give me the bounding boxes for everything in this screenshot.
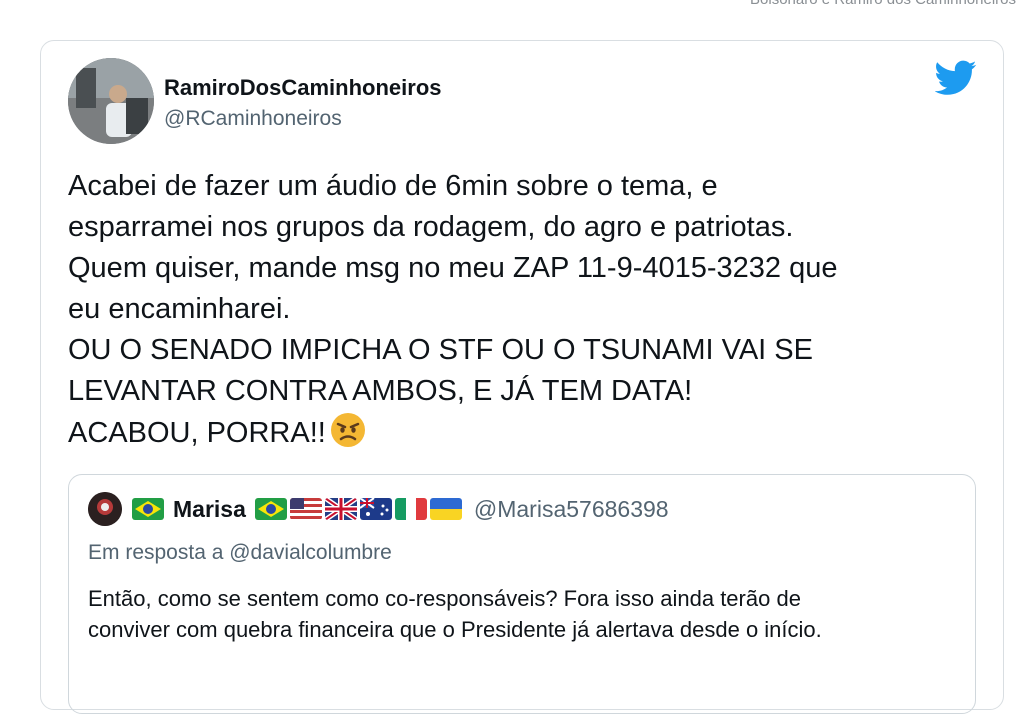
quoted-avatar-photo	[88, 492, 122, 526]
tweet-text: Acabei de fazer um áudio de 6min sobre o…	[68, 166, 968, 454]
quoted-author-avatar[interactable]	[88, 492, 122, 526]
tweet-line: OU O SENADO IMPICHA O STF OU O TSUNAMI V…	[68, 334, 813, 366]
ukraine-flag-icon	[429, 498, 462, 520]
quoted-line: conviver com quebra financeira que o Pre…	[88, 617, 822, 642]
quoted-tweet-header: Marisa @Marisa57686398	[88, 491, 669, 527]
tweet-line: eu encaminharei.	[68, 293, 291, 325]
quoted-author-handle[interactable]: @Marisa57686398	[474, 496, 669, 523]
brazil-flag-icon	[132, 498, 164, 520]
australia-flag-icon	[359, 498, 392, 520]
tweet-line: esparramei nos grupos da rodagem, do agr…	[68, 211, 794, 243]
uk-flag-icon	[324, 498, 357, 520]
quoted-tweet-text: Então, como se sentem como co-responsáve…	[88, 583, 968, 645]
tweet-line: LEVANTAR CONTRA AMBOS, E JÁ TEM DATA!	[68, 375, 693, 407]
tweet-line-text: ACABOU, PORRA!!	[68, 417, 326, 449]
author-avatar[interactable]	[68, 58, 154, 144]
author-name[interactable]: RamiroDosCaminhoneiros	[164, 75, 442, 101]
tweet-line: Quem quiser, mande msg no meu ZAP 11-9-4…	[68, 252, 838, 284]
reply-to-label[interactable]: Em resposta a @davialcolumbre	[88, 541, 392, 565]
quoted-author-name[interactable]: Marisa	[173, 496, 246, 523]
tweet-line: Acabei de fazer um áudio de 6min sobre o…	[68, 170, 718, 202]
usa-flag-icon	[289, 498, 322, 520]
brazil-flag-icon	[254, 498, 287, 520]
author-handle[interactable]: @RCaminhoneiros	[164, 107, 342, 131]
avatar-photo	[68, 58, 154, 144]
italy-flag-icon	[394, 498, 427, 520]
quoted-line: Então, como se sentem como co-responsáve…	[88, 586, 801, 611]
cropped-caption: Bolsonaro e Ramiro dos Caminhoneiros	[750, 0, 1016, 8]
twitter-bird-icon[interactable]	[935, 60, 977, 96]
tweet-line-last: ACABOU, PORRA!!	[68, 412, 968, 454]
angry-face-icon	[330, 413, 365, 447]
